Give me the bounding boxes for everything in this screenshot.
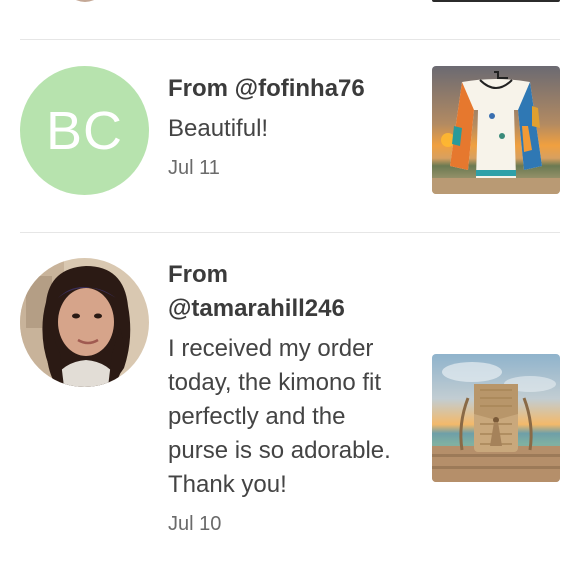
comment-meta: From @fofinha76 Beautiful! Jul 11: [168, 72, 408, 180]
previous-thumbnail-sliver: [432, 0, 560, 2]
avatar-initials: BC: [45, 100, 123, 161]
avatar[interactable]: BC: [20, 66, 149, 195]
comment-date: Jul 10: [168, 513, 222, 535]
comment-meta: From @tamarahill246 I received my order …: [168, 258, 408, 536]
row-divider: [20, 232, 560, 233]
comment-message: I received my order today, the kimono fi…: [168, 335, 391, 498]
crossbody-purse-product-image[interactable]: [432, 354, 560, 482]
row-divider: [20, 39, 560, 40]
user-profile-photo: [20, 258, 149, 387]
comment-row[interactable]: From @tamarahill246 I received my order …: [0, 258, 580, 580]
comment-author[interactable]: From @fofinha76: [168, 72, 408, 106]
kimono-top-product-image[interactable]: [432, 66, 560, 194]
comment-row[interactable]: BC From @fofinha76 Beautiful! Jul 11: [0, 66, 580, 196]
avatar[interactable]: [20, 258, 149, 387]
previous-row-partial: [0, 0, 580, 6]
comment-author[interactable]: From @tamarahill246: [168, 258, 408, 326]
comment-date: Jul 11: [168, 157, 220, 179]
comment-message: Beautiful!: [168, 115, 269, 142]
previous-avatar-sliver: [64, 0, 106, 2]
